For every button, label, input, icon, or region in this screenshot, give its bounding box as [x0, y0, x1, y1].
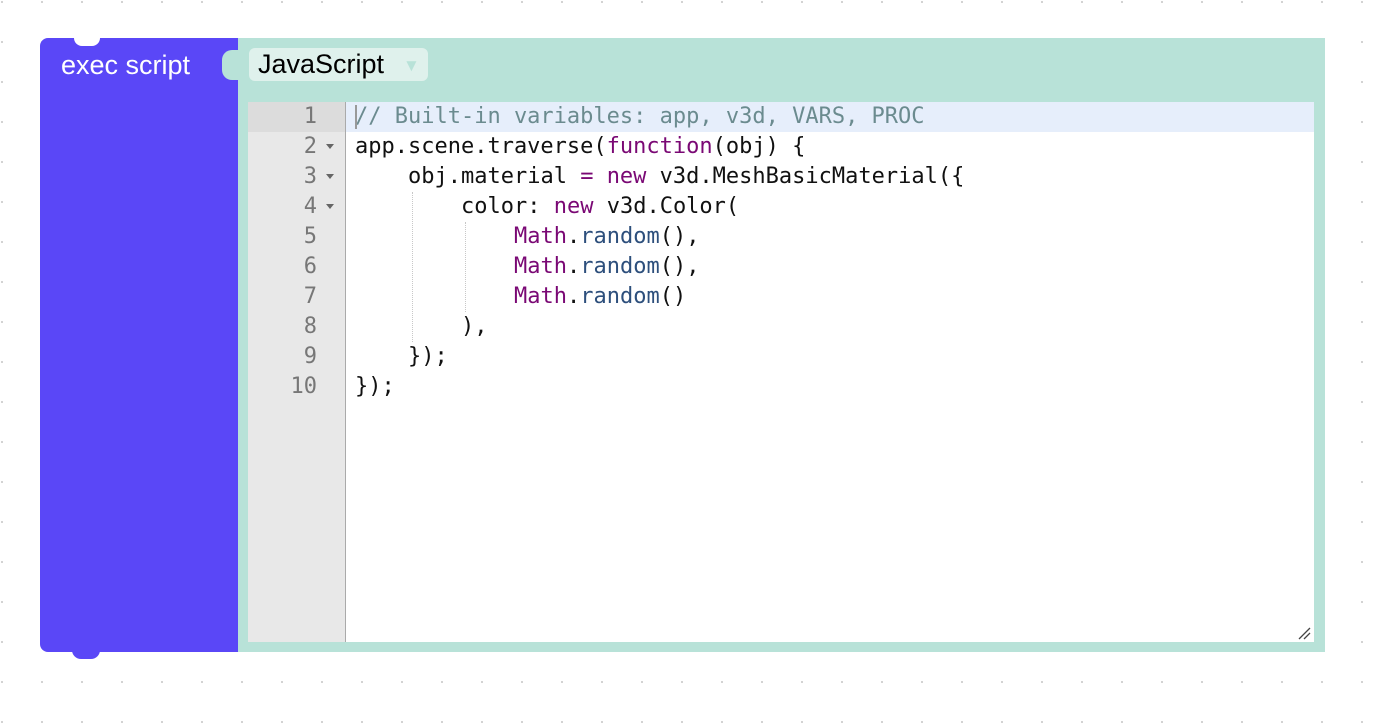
line-number: 2 [303, 134, 317, 159]
language-dropdown[interactable]: JavaScript ▼ [249, 48, 428, 81]
gutter-line: 5 [248, 222, 345, 252]
line-number: 3 [303, 164, 317, 189]
fold-arrow-icon[interactable] [326, 204, 334, 209]
code-line[interactable]: }); [355, 372, 395, 402]
input-connector-tab [222, 50, 244, 80]
fold-arrow-icon[interactable] [326, 144, 334, 149]
code-line[interactable]: // Built-in variables: app, v3d, VARS, P… [355, 102, 925, 132]
code-editor[interactable]: 1 2 3 4 5 6 7 8 9 10 // Built-in variables: app, … [248, 102, 1314, 642]
language-dropdown-label: JavaScript [258, 49, 385, 79]
block-previous-connector [74, 38, 100, 46]
code-line[interactable]: app.scene.traverse(function(obj) { [355, 132, 805, 162]
block-title: exec script [61, 50, 191, 80]
line-number: 5 [303, 224, 317, 249]
text-cursor [355, 105, 357, 129]
line-number: 6 [303, 254, 317, 279]
indent-guide [465, 222, 466, 312]
line-number: 1 [303, 104, 317, 129]
indent-guide [412, 192, 413, 342]
gutter-line: 7 [248, 282, 345, 312]
code-line[interactable]: }); [408, 342, 448, 372]
line-number-gutter: 1 2 3 4 5 6 7 8 9 10 [248, 102, 346, 642]
code-line[interactable]: Math.random(), [514, 222, 699, 252]
line-number: 10 [290, 374, 318, 399]
triangle-down-icon: ▼ [403, 56, 420, 75]
line-number: 8 [303, 314, 317, 339]
code-line[interactable]: Math.random(), [514, 252, 699, 282]
code-line[interactable]: Math.random() [514, 282, 686, 312]
gutter-line: 6 [248, 252, 345, 282]
gutter-line: 2 [248, 132, 345, 162]
gutter-line: 10 [248, 372, 345, 402]
line-number: 7 [303, 284, 317, 309]
code-line[interactable]: ), [461, 312, 488, 342]
gutter-line: 8 [248, 312, 345, 342]
gutter-line: 9 [248, 342, 345, 372]
exec-script-block[interactable] [40, 38, 240, 652]
resize-handle-icon[interactable] [1297, 626, 1311, 640]
gutter-line: 1 [248, 102, 345, 132]
code-line[interactable]: obj.material = new v3d.MeshBasicMaterial… [408, 162, 964, 192]
code-line[interactable]: color: new v3d.Color( [461, 192, 739, 222]
line-number: 9 [303, 344, 317, 369]
gutter-line: 4 [248, 192, 345, 222]
fold-arrow-icon[interactable] [326, 174, 334, 179]
gutter-line: 3 [248, 162, 345, 192]
line-number: 4 [303, 194, 317, 219]
